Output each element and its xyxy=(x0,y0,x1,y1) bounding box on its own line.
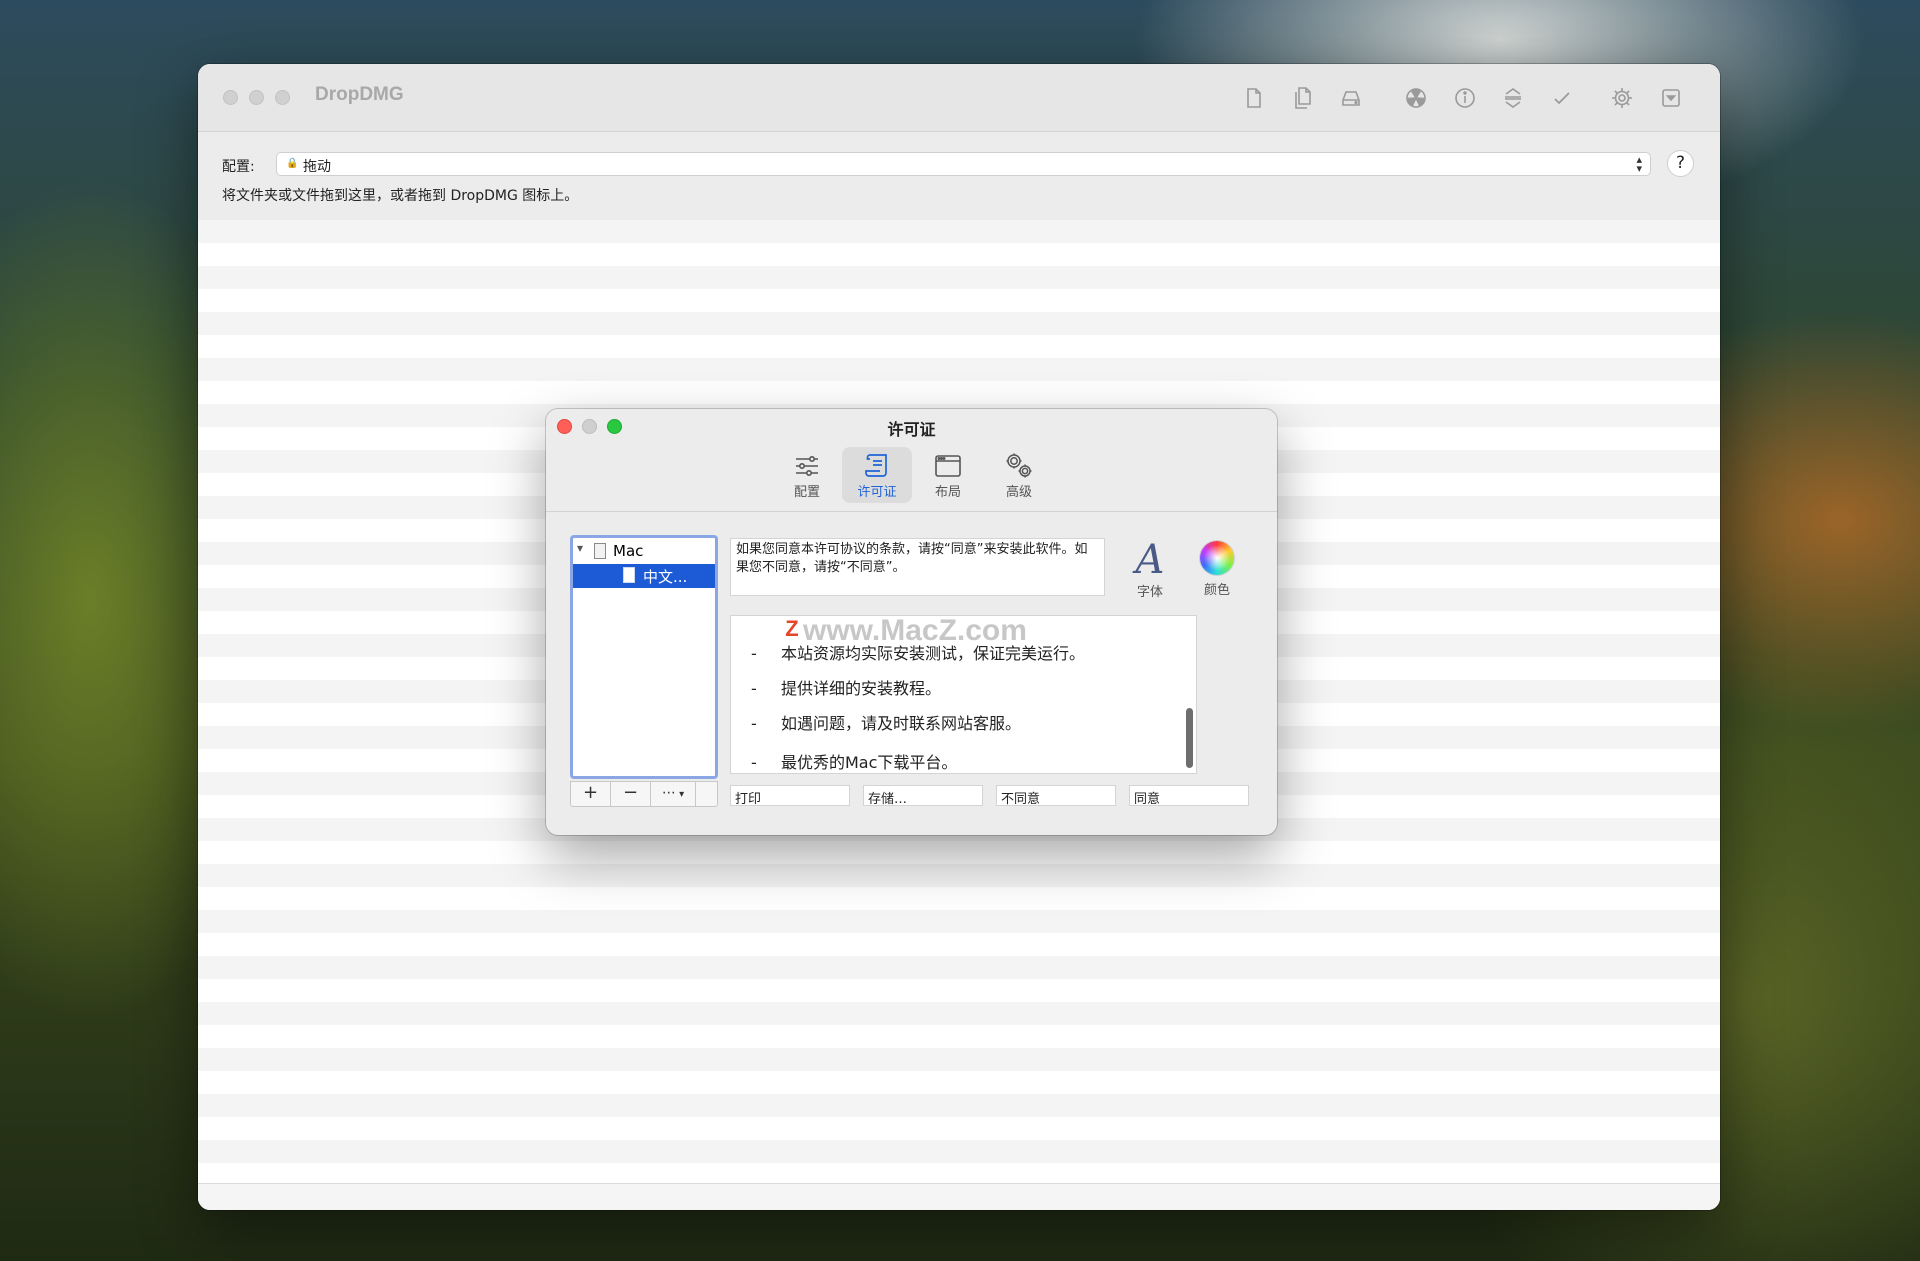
status-bar xyxy=(198,1183,1720,1210)
config-value: 拖动 xyxy=(303,159,331,175)
config-select[interactable]: 🔒 拖动 ▴ ▾ xyxy=(276,152,1651,176)
config-label: 配置: xyxy=(222,159,255,175)
settings-icon[interactable] xyxy=(1608,84,1636,112)
prompt-field[interactable]: 如果您同意本许可协议的条款，请按“同意”来安装此软件。如果您不同意，请按“不同意… xyxy=(730,538,1105,596)
color-wheel-icon xyxy=(1200,541,1234,575)
save-button-field[interactable]: 存储… xyxy=(863,785,983,807)
app-title: DropDMG xyxy=(315,84,404,105)
license-line: - 如遇问题，请及时联系网站客服。 xyxy=(751,714,1022,733)
main-minimize-button[interactable] xyxy=(249,90,264,105)
color-label: 颜色 xyxy=(1203,583,1230,598)
tab-config-label: 配置 xyxy=(793,485,820,500)
select-arrows-icon: ▴ ▾ xyxy=(1636,153,1642,175)
font-button[interactable]: A 字体 xyxy=(1125,539,1175,600)
compress-icon[interactable] xyxy=(1499,84,1527,112)
font-label: 字体 xyxy=(1136,585,1163,600)
tree-row-selected[interactable]: 中文... xyxy=(573,564,715,588)
color-button[interactable]: 颜色 xyxy=(1192,539,1242,598)
dropdown-icon[interactable] xyxy=(1657,84,1685,112)
checkmark-icon[interactable] xyxy=(1548,84,1576,112)
tree-button-bar: + − ⋯ ▾ xyxy=(570,781,718,807)
language-tree[interactable]: ▾ Mac 中文... xyxy=(570,535,718,779)
license-scroll-icon xyxy=(865,454,887,477)
help-button[interactable]: ? xyxy=(1667,150,1694,177)
watermark-logo: Z xyxy=(779,616,805,642)
disagree-button-field[interactable]: 不同意 xyxy=(996,785,1116,807)
license-line: - 最优秀的Mac下载平台。 xyxy=(751,753,958,772)
tab-license-label: 许可证 xyxy=(857,485,897,500)
license-line: - 本站资源均实际安装测试，保证完美运行。 xyxy=(751,644,1086,663)
main-close-button[interactable] xyxy=(223,90,238,105)
advanced-gears-icon xyxy=(1006,453,1032,478)
print-button-field[interactable]: 打印 xyxy=(730,785,850,807)
dialog-separator xyxy=(546,511,1277,512)
radiation-icon[interactable] xyxy=(1402,84,1430,112)
tree-row-root[interactable]: ▾ Mac xyxy=(573,540,715,564)
document-icon xyxy=(623,567,635,583)
agree-button-field[interactable]: 同意 xyxy=(1129,785,1249,807)
dialog-title: 许可证 xyxy=(887,420,936,439)
tab-config[interactable]: 配置 xyxy=(772,447,842,503)
lock-icon: 🔒 xyxy=(286,158,299,169)
tab-license[interactable]: 许可证 xyxy=(842,447,912,503)
copy-file-icon[interactable] xyxy=(1288,84,1316,112)
license-text-area[interactable]: ——————————————————————————————————— Z ww… xyxy=(730,615,1197,774)
main-zoom-button[interactable] xyxy=(275,90,290,105)
tab-layout-label: 布局 xyxy=(934,485,961,500)
tab-advanced-label: 高级 xyxy=(1005,485,1032,500)
info-icon[interactable] xyxy=(1451,84,1479,112)
main-titlebar: DropDMG xyxy=(198,64,1720,132)
tree-root-label: Mac xyxy=(613,542,644,560)
drop-hint: 将文件夹或文件拖到这里，或者拖到 DropDMG 图标上。 xyxy=(222,188,579,204)
drive-icon[interactable] xyxy=(1337,84,1365,112)
tree-child-label: 中文... xyxy=(643,568,688,586)
tab-layout[interactable]: 布局 xyxy=(913,447,983,503)
font-icon: A xyxy=(1135,537,1165,583)
remove-button[interactable]: − xyxy=(611,782,651,806)
scrollbar-thumb[interactable] xyxy=(1186,708,1193,768)
chevron-down-icon[interactable]: ▾ xyxy=(577,541,583,555)
document-icon xyxy=(594,543,606,559)
prompt-text: 如果您同意本许可协议的条款，请按“同意”来安装此软件。如果您不同意，请按“不同意… xyxy=(736,542,1088,575)
tab-advanced[interactable]: 高级 xyxy=(984,447,1054,503)
sliders-icon xyxy=(796,456,818,476)
window-layout-icon xyxy=(935,455,961,477)
more-options-button[interactable]: ⋯ ▾ xyxy=(651,782,696,806)
new-file-icon[interactable] xyxy=(1240,84,1268,112)
license-line: - 提供详细的安装教程。 xyxy=(751,679,942,698)
add-button[interactable]: + xyxy=(571,782,611,806)
more-icon: ⋯ xyxy=(661,785,676,801)
license-dialog: 许可证 配置 许可证 布局 高级 ▾ Mac 中文... + − ⋯ ▾ 如果您… xyxy=(546,409,1277,835)
